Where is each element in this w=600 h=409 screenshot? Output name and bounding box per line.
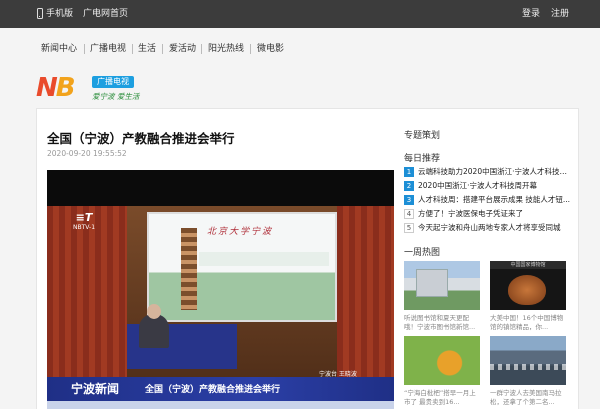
nav-divider xyxy=(250,44,251,54)
mobile-phone-icon xyxy=(37,8,43,19)
register-link[interactable]: 注册 xyxy=(551,0,569,28)
reporter-credit: 宁波台 王晓波 xyxy=(319,371,357,378)
rank-badge: 2 xyxy=(404,181,414,191)
rank-badge: 3 xyxy=(404,195,414,205)
nav-item-hotline[interactable]: 阳光热线 xyxy=(208,40,244,58)
home-link[interactable]: 广电网首页 xyxy=(83,0,128,28)
nav-divider xyxy=(132,44,133,54)
photo-caption[interactable]: 听说图书馆和夏天更配哦！宁波市图书馆新馆... xyxy=(404,314,480,332)
photo-peach-thumb[interactable] xyxy=(404,336,480,385)
daily-item-title[interactable]: 今天起宁波和舟山两地专家人才将享受同城 xyxy=(418,223,572,233)
video-caption: 全国（宁波）产教融合推进会举行 xyxy=(145,385,281,395)
daily-item[interactable]: 2 2020中国浙江·宁波人才科技周开幕 xyxy=(404,181,572,192)
nav-item-microfilm[interactable]: 微电影 xyxy=(257,40,284,58)
daily-item[interactable]: 3 人才科技周：搭建平台展示成果 技能人才钮... xyxy=(404,195,572,206)
speaker-figure xyxy=(139,304,169,348)
lower-third-bar: 宁波台 王晓波 宁波新闻 全国（宁波）产教融合推进会举行 xyxy=(47,371,394,401)
site-logo[interactable]: NB 广播电视 爱宁波 爱生活 xyxy=(36,72,166,104)
top-bar: 手机版 广电网首页 登录 注册 xyxy=(0,0,600,28)
screen-text: 北京大学宁波 xyxy=(207,227,274,237)
daily-item-title[interactable]: 方便了！宁波医保电子凭证来了 xyxy=(418,209,572,219)
projection-screen: 北京大学宁波 xyxy=(147,212,337,322)
lower-third-band xyxy=(47,401,394,409)
daily-item[interactable]: 4 方便了！宁波医保电子凭证来了 xyxy=(404,209,572,220)
photo-library-thumb[interactable] xyxy=(404,261,480,310)
logo-mark: NB xyxy=(36,73,76,103)
photo-caption[interactable]: 大美中国！16个中国博物馆的镇馆精品，你... xyxy=(490,314,566,332)
daily-item[interactable]: 1 云端科技助力2020中国浙江·宁波人才科技周... xyxy=(404,167,572,178)
nav-item-events[interactable]: 爱活动 xyxy=(169,40,196,58)
museum-banner: 中国国家博物馆 xyxy=(490,261,566,269)
photo-caption[interactable]: “宁海白枇杷”搭早一月上市了 最贵卖到16... xyxy=(404,389,480,407)
photo-caption[interactable]: 一群宁波人去美国南马拉松，还拿了个第二名... xyxy=(490,389,566,407)
photo-pottery-thumb[interactable]: 中国国家博物馆 xyxy=(490,261,566,310)
weekly-photos-heading: 一周热图 xyxy=(404,248,441,258)
video-frame: ≡T NBTV-1 北京大学宁波 宁波台 王晓波 宁波新闻 全国（宁波）产教融合… xyxy=(47,206,394,409)
nav-item-life[interactable]: 生活 xyxy=(138,40,156,58)
show-name: 宁波新闻 xyxy=(71,382,120,396)
daily-item[interactable]: 5 今天起宁波和舟山两地专家人才将享受同城 xyxy=(404,223,572,234)
main-nav: 新闻中心 广播电视 生活 爱活动 阳光热线 微电影 xyxy=(0,40,600,58)
daily-heading: 每日推荐 xyxy=(404,154,441,164)
rank-badge: 5 xyxy=(404,223,414,233)
nav-divider xyxy=(84,44,85,54)
rank-badge: 1 xyxy=(404,167,414,177)
rank-badge: 4 xyxy=(404,209,414,219)
nav-divider xyxy=(201,44,202,54)
logo-slogan: 爱宁波 爱生活 xyxy=(92,92,140,101)
login-link[interactable]: 登录 xyxy=(522,0,540,28)
photo-street-thumb[interactable] xyxy=(490,336,566,385)
article-title: 全国（宁波）产教融合推进会举行 xyxy=(47,131,235,146)
screen-banner xyxy=(199,252,329,266)
article-date: 2020-09-20 19:55:52 xyxy=(47,149,127,158)
logo-badge: 广播电视 xyxy=(92,76,134,88)
nav-divider xyxy=(162,44,163,54)
mobile-version-link[interactable]: 手机版 xyxy=(46,0,73,28)
nav-item-broadcast[interactable]: 广播电视 xyxy=(90,40,126,58)
nbtv-channel-logo: ≡T NBTV-1 xyxy=(73,211,96,232)
nav-item-news[interactable]: 新闻中心 xyxy=(41,40,77,58)
daily-item-title[interactable]: 人才科技周：搭建平台展示成果 技能人才钮... xyxy=(418,195,572,205)
daily-item-title[interactable]: 2020中国浙江·宁波人才科技周开幕 xyxy=(418,181,572,191)
daily-item-title[interactable]: 云端科技助力2020中国浙江·宁波人才科技周... xyxy=(418,167,572,177)
topics-heading[interactable]: 专题策划 xyxy=(404,128,440,141)
video-player[interactable]: ≡T NBTV-1 北京大学宁波 宁波台 王晓波 宁波新闻 全国（宁波）产教融合… xyxy=(47,170,394,409)
pagoda-image xyxy=(181,228,197,310)
